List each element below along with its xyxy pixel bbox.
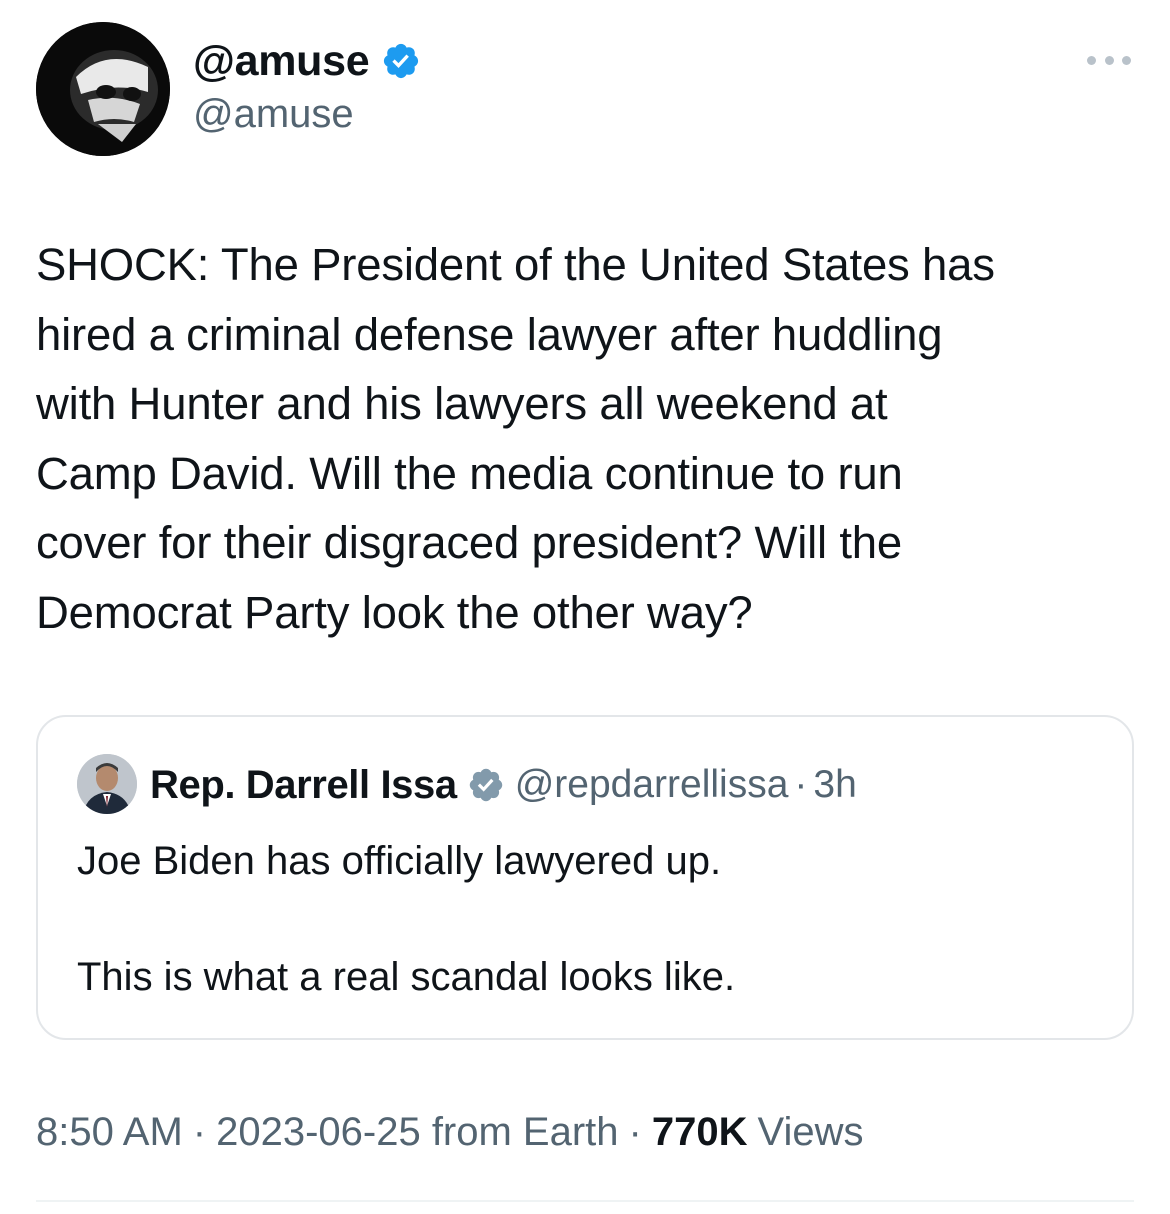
separator-dot: · (794, 763, 808, 806)
quoted-timestamp[interactable]: 3h (813, 763, 856, 807)
tweet-date-source[interactable]: 2023-06-25 from Earth (216, 1110, 618, 1155)
views-label[interactable]: Views (758, 1110, 864, 1155)
separator-dot: · (628, 1110, 642, 1154)
quoted-tweet[interactable]: Rep. Darrell Issa @repdarrellissa · 3h J… (36, 715, 1134, 1040)
more-options-icon[interactable] (1087, 52, 1131, 68)
author-handle[interactable]: @amuse (193, 92, 354, 137)
divider (36, 1200, 1134, 1202)
views-count[interactable]: 770K (652, 1110, 748, 1155)
tweet-metadata: 8:50 AM · 2023-06-25 from Earth · 770K V… (36, 1110, 863, 1155)
author-display-name[interactable]: @amuse (193, 37, 370, 86)
verified-badge-icon (467, 766, 505, 804)
verified-badge-icon (381, 41, 421, 81)
author-avatar[interactable] (36, 22, 170, 156)
tweet-time[interactable]: 8:50 AM (36, 1110, 183, 1155)
author-name-row[interactable]: @amuse (193, 36, 421, 86)
quoted-author-avatar[interactable] (77, 754, 137, 814)
quoted-handle[interactable]: @repdarrellissa (515, 763, 789, 807)
tweet-text: SHOCK: The President of the United State… (36, 239, 995, 638)
separator-dot: · (192, 1110, 207, 1154)
quoted-header: Rep. Darrell Issa @repdarrellissa · 3h (150, 757, 857, 813)
quoted-display-name[interactable]: Rep. Darrell Issa (150, 763, 457, 808)
quoted-text: Joe Biden has officially lawyered up. Th… (77, 839, 736, 999)
